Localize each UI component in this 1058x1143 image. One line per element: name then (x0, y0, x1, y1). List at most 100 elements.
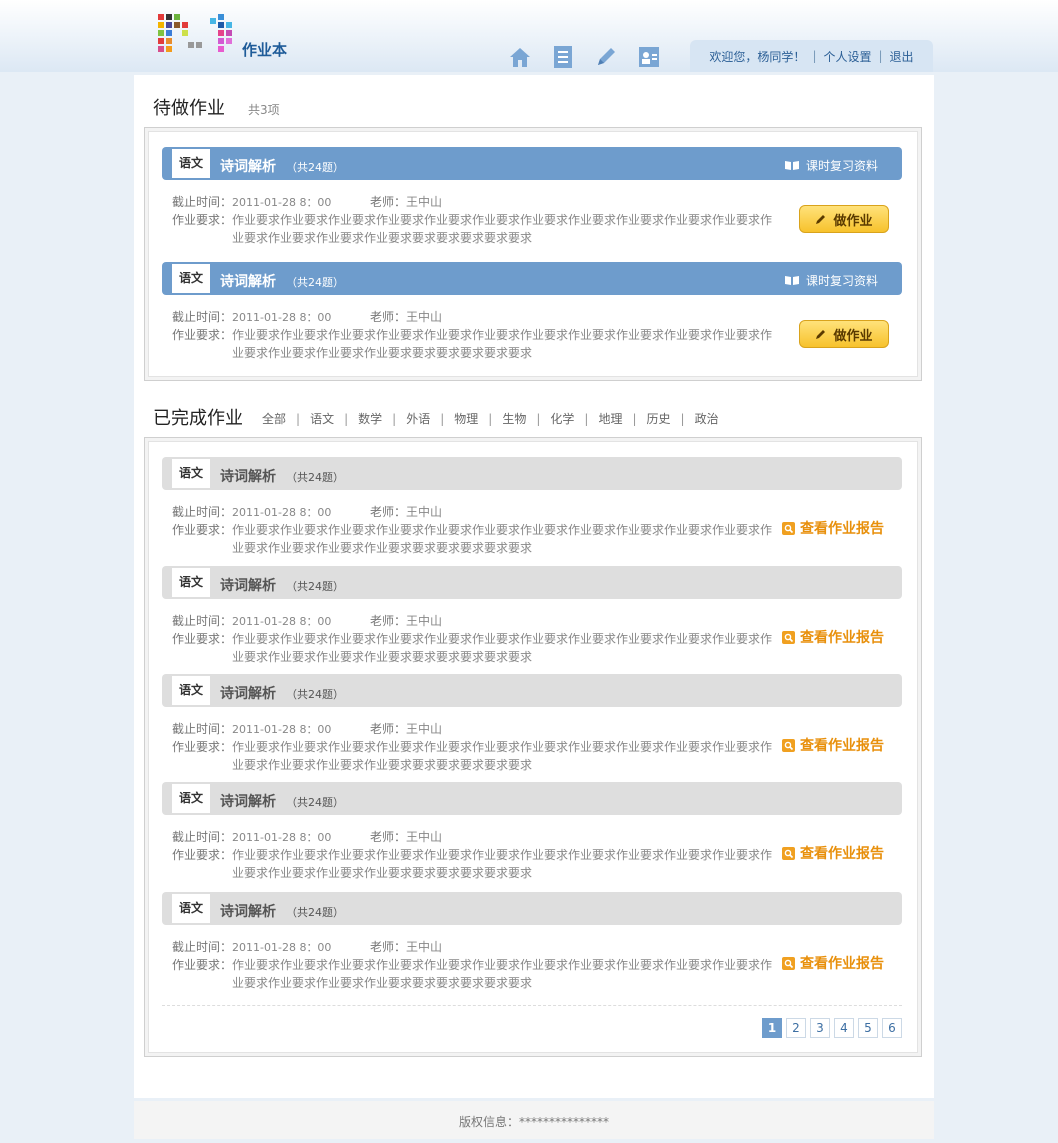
assignment-header: 语文 诗词解析 （共24题） (162, 782, 902, 815)
assignment-title[interactable]: 诗词解析 (220, 271, 276, 291)
filter-chinese[interactable]: 语文 (310, 410, 334, 427)
assignment-title[interactable]: 诗词解析 (220, 901, 276, 921)
review-material-label: 课时复习资料 (805, 274, 878, 288)
requirement-label: 作业要求： (172, 328, 233, 342)
assignment-header: 语文 诗词解析 （共24题） (162, 566, 902, 599)
review-material-link[interactable]: 课时复习资料 (784, 157, 878, 174)
teacher-info: 老师：王中山 (370, 720, 442, 738)
teacher-label: 老师： (370, 722, 407, 736)
requirement-label: 作业要求： (172, 848, 233, 862)
deadline-row: 截止时间：2011-01-28 8：00 老师：王中山 (172, 720, 442, 739)
deadline-label: 截止时间： (172, 505, 233, 519)
question-count: （共24题） (286, 161, 344, 174)
requirement-text: 作业要求作业要求作业要求作业要求作业要求作业要求作业要求作业要求作业要求作业要求… (232, 848, 773, 880)
assignment-title[interactable]: 诗词解析 (220, 683, 276, 703)
requirement-text: 作业要求作业要求作业要求作业要求作业要求作业要求作业要求作业要求作业要求作业要求… (232, 740, 773, 772)
assignment-title[interactable]: 诗词解析 (220, 466, 276, 486)
assignment-title[interactable]: 诗词解析 (220, 791, 276, 811)
view-report-link[interactable]: 查看作业报告 (782, 735, 884, 755)
view-report-link[interactable]: 查看作业报告 (782, 518, 884, 538)
view-report-link[interactable]: 查看作业报告 (782, 953, 884, 973)
view-report-label: 查看作业报告 (800, 956, 884, 972)
book-icon[interactable] (549, 44, 577, 70)
assignment-title[interactable]: 诗词解析 (220, 156, 276, 176)
page-button-6[interactable]: 6 (882, 1018, 902, 1038)
requirement-text: 作业要求作业要求作业要求作业要求作业要求作业要求作业要求作业要求作业要求作业要求… (232, 328, 773, 360)
pending-panel: 语文 诗词解析 （共24题） 课时复习资料 截止时间：2011-01-28 8：… (144, 127, 922, 381)
completed-section-title: 已完成作业 (153, 408, 243, 429)
view-report-link[interactable]: 查看作业报告 (782, 843, 884, 863)
question-count: （共24题） (286, 580, 344, 593)
subject-filter-bar: 全部 | 语文 | 数学 | 外语 | 物理 | 生物 | 化学 | 地理 | 历史 | 政治 (262, 410, 719, 427)
do-homework-button[interactable]: 做作业 (799, 205, 889, 233)
requirement-text: 作业要求作业要求作业要求作业要求作业要求作业要求作业要求作业要求作业要求作业要求… (232, 958, 773, 990)
teacher-name: 王中山 (406, 940, 443, 954)
filter-all[interactable]: 全部 (262, 410, 286, 427)
page-button-2[interactable]: 2 (786, 1018, 806, 1038)
deadline-row: 截止时间：2011-01-28 8：00 老师：王中山 (172, 828, 442, 847)
pending-count: 共3项 (248, 103, 280, 117)
review-material-link[interactable]: 课时复习资料 (784, 272, 878, 289)
open-book-icon (784, 161, 799, 170)
magnifier-icon (782, 738, 795, 752)
magnifier-icon (782, 521, 795, 535)
logout-link[interactable]: 退出 (890, 48, 914, 65)
page-button-5[interactable]: 5 (858, 1018, 878, 1038)
magnifier-icon (782, 630, 795, 644)
pencil-icon (816, 215, 826, 224)
page-button-3[interactable]: 3 (810, 1018, 830, 1038)
filter-biology[interactable]: 生物 (502, 410, 526, 427)
home-icon[interactable] (506, 44, 534, 70)
filter-politics[interactable]: 政治 (695, 410, 719, 427)
subject-tag: 语文 (172, 459, 210, 488)
teacher-label: 老师： (370, 505, 407, 519)
question-count: （共24题） (286, 906, 344, 919)
deadline-value: 2011-01-28 8：00 (232, 311, 332, 324)
filter-chemistry[interactable]: 化学 (550, 410, 574, 427)
subject-tag: 语文 (172, 894, 210, 923)
subject-tag: 语文 (172, 784, 210, 813)
deadline-label: 截止时间： (172, 830, 233, 844)
completed-panel: 语文 诗词解析 （共24题） 截止时间：2011-01-28 8：00 老师：王… (144, 437, 922, 1057)
pending-section-title: 待做作业 (153, 98, 225, 119)
filter-geography[interactable]: 地理 (598, 410, 622, 427)
pencil-icon[interactable] (592, 44, 620, 70)
filter-math[interactable]: 数学 (358, 410, 382, 427)
page-button-1[interactable]: 1 (762, 1018, 782, 1038)
question-count: （共24题） (286, 276, 344, 289)
main-nav (506, 44, 663, 70)
do-homework-button[interactable]: 做作业 (799, 320, 889, 348)
content-area: 待做作业 共3项 语文 诗词解析 （共24题） 课时复习资料 截止时间：2011… (134, 75, 934, 1098)
deadline-value: 2011-01-28 8：00 (232, 506, 332, 519)
contacts-icon[interactable] (635, 44, 663, 70)
teacher-info: 老师：王中山 (370, 193, 442, 211)
requirement-label: 作业要求： (172, 632, 233, 646)
deadline-row: 截止时间：2011-01-28 8：00 老师：王中山 (172, 193, 442, 212)
settings-link[interactable]: 个人设置 (823, 48, 871, 65)
page-button-4[interactable]: 4 (834, 1018, 854, 1038)
assignment-title[interactable]: 诗词解析 (220, 575, 276, 595)
teacher-label: 老师： (370, 614, 407, 628)
filter-history[interactable]: 历史 (647, 410, 671, 427)
assignment-header: 语文 诗词解析 （共24题） 课时复习资料 (162, 147, 902, 180)
view-report-label: 查看作业报告 (800, 738, 884, 754)
teacher-name: 王中山 (406, 830, 443, 844)
requirement-text: 作业要求作业要求作业要求作业要求作业要求作业要求作业要求作业要求作业要求作业要求… (232, 213, 773, 245)
teacher-info: 老师：王中山 (370, 503, 442, 521)
do-homework-label: 做作业 (833, 328, 873, 344)
deadline-row: 截止时间：2011-01-28 8：00 老师：王中山 (172, 503, 442, 522)
requirement-text: 作业要求作业要求作业要求作业要求作业要求作业要求作业要求作业要求作业要求作业要求… (232, 632, 773, 664)
view-report-link[interactable]: 查看作业报告 (782, 627, 884, 647)
user-bar: 欢迎您，杨同学！ | 个人设置 | 退出 (690, 40, 933, 72)
filter-foreign-language[interactable]: 外语 (406, 410, 430, 427)
footer: 版权信息：*************** (134, 1101, 934, 1139)
filter-physics[interactable]: 物理 (454, 410, 478, 427)
subject-tag: 语文 (172, 149, 210, 178)
teacher-label: 老师： (370, 310, 407, 324)
deadline-label: 截止时间： (172, 722, 233, 736)
question-count: （共24题） (286, 471, 344, 484)
requirement-label: 作业要求： (172, 523, 233, 537)
deadline-label: 截止时间： (172, 195, 233, 209)
separator: | (878, 49, 883, 63)
requirement-text: 作业要求作业要求作业要求作业要求作业要求作业要求作业要求作业要求作业要求作业要求… (232, 523, 773, 555)
